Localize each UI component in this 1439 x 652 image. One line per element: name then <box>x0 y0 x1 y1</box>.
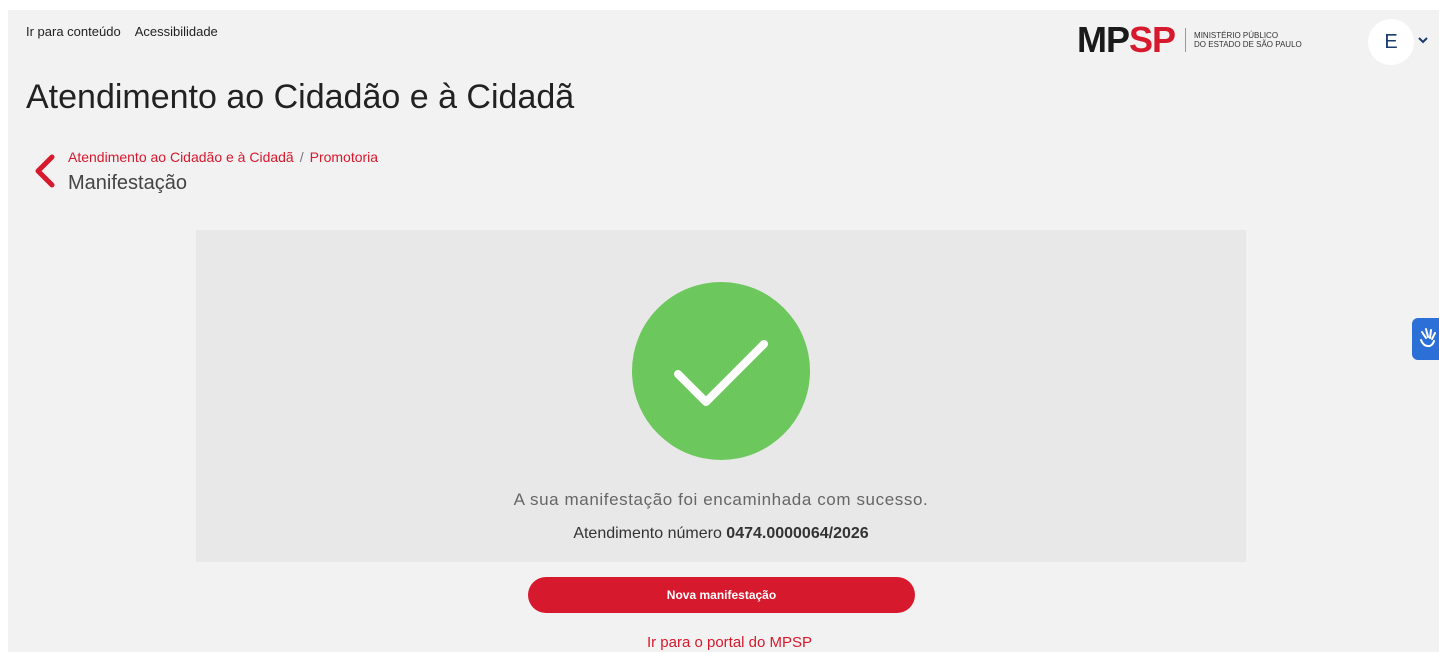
logo-divider <box>1185 28 1187 52</box>
protocol-label: Atendimento número <box>573 525 722 542</box>
skip-links: Ir para conteúdo Acessibilidade <box>26 24 218 39</box>
breadcrumb: Atendimento ao Cidadão e à Cidadã / Promot… <box>68 149 378 165</box>
breadcrumb-item-atendimento[interactable]: Atendimento ao Cidadão e à Cidadã <box>68 149 294 165</box>
logo-line-2: do Estado de São Paulo <box>1194 40 1302 49</box>
portal-link-container: Ir para o portal do MPSP <box>8 634 1439 651</box>
portal-link[interactable]: Ir para o portal do MPSP <box>647 634 812 651</box>
breadcrumb-item-promotoria[interactable]: Promotoria <box>310 149 378 165</box>
skip-to-content-link[interactable]: Ir para conteúdo <box>26 24 121 39</box>
chevron-down-icon[interactable] <box>1418 31 1428 47</box>
page-container: Ir para conteúdo Acessibilidade MPSP Min… <box>8 10 1439 652</box>
breadcrumb-separator: / <box>299 149 304 165</box>
page-title: Atendimento ao Cidadão e à Cidadã <box>26 78 575 116</box>
checkmark-icon <box>674 340 768 406</box>
user-initial: E <box>1384 30 1398 53</box>
success-indicator <box>632 282 810 460</box>
logo-mark: MPSP <box>1077 19 1176 60</box>
logo-text: Ministério Público do Estado de São Paul… <box>1194 31 1302 49</box>
protocol-info: Atendimento número 0474.0000064/2026 <box>196 525 1246 543</box>
logo-mp: MP <box>1077 19 1130 60</box>
result-panel: A sua manifestação foi encaminhada com s… <box>196 230 1246 562</box>
protocol-number: 0474.0000064/2026 <box>726 525 869 542</box>
mpsp-logo[interactable]: MPSP Ministério Público do Estado de São… <box>1077 22 1302 58</box>
accessibility-hand-icon[interactable] <box>1412 318 1439 360</box>
chevron-left-icon[interactable] <box>32 154 58 188</box>
logo-sp: SP <box>1129 19 1176 60</box>
accessibility-link[interactable]: Acessibilidade <box>135 24 218 39</box>
new-manifestation-button[interactable]: Nova manifestação <box>528 577 915 613</box>
user-avatar[interactable]: E <box>1368 19 1414 65</box>
success-message: A sua manifestação foi encaminhada com s… <box>513 490 929 509</box>
logo-line-1: Ministério Público <box>1194 31 1279 40</box>
current-page-label: Manifestação <box>68 172 187 194</box>
